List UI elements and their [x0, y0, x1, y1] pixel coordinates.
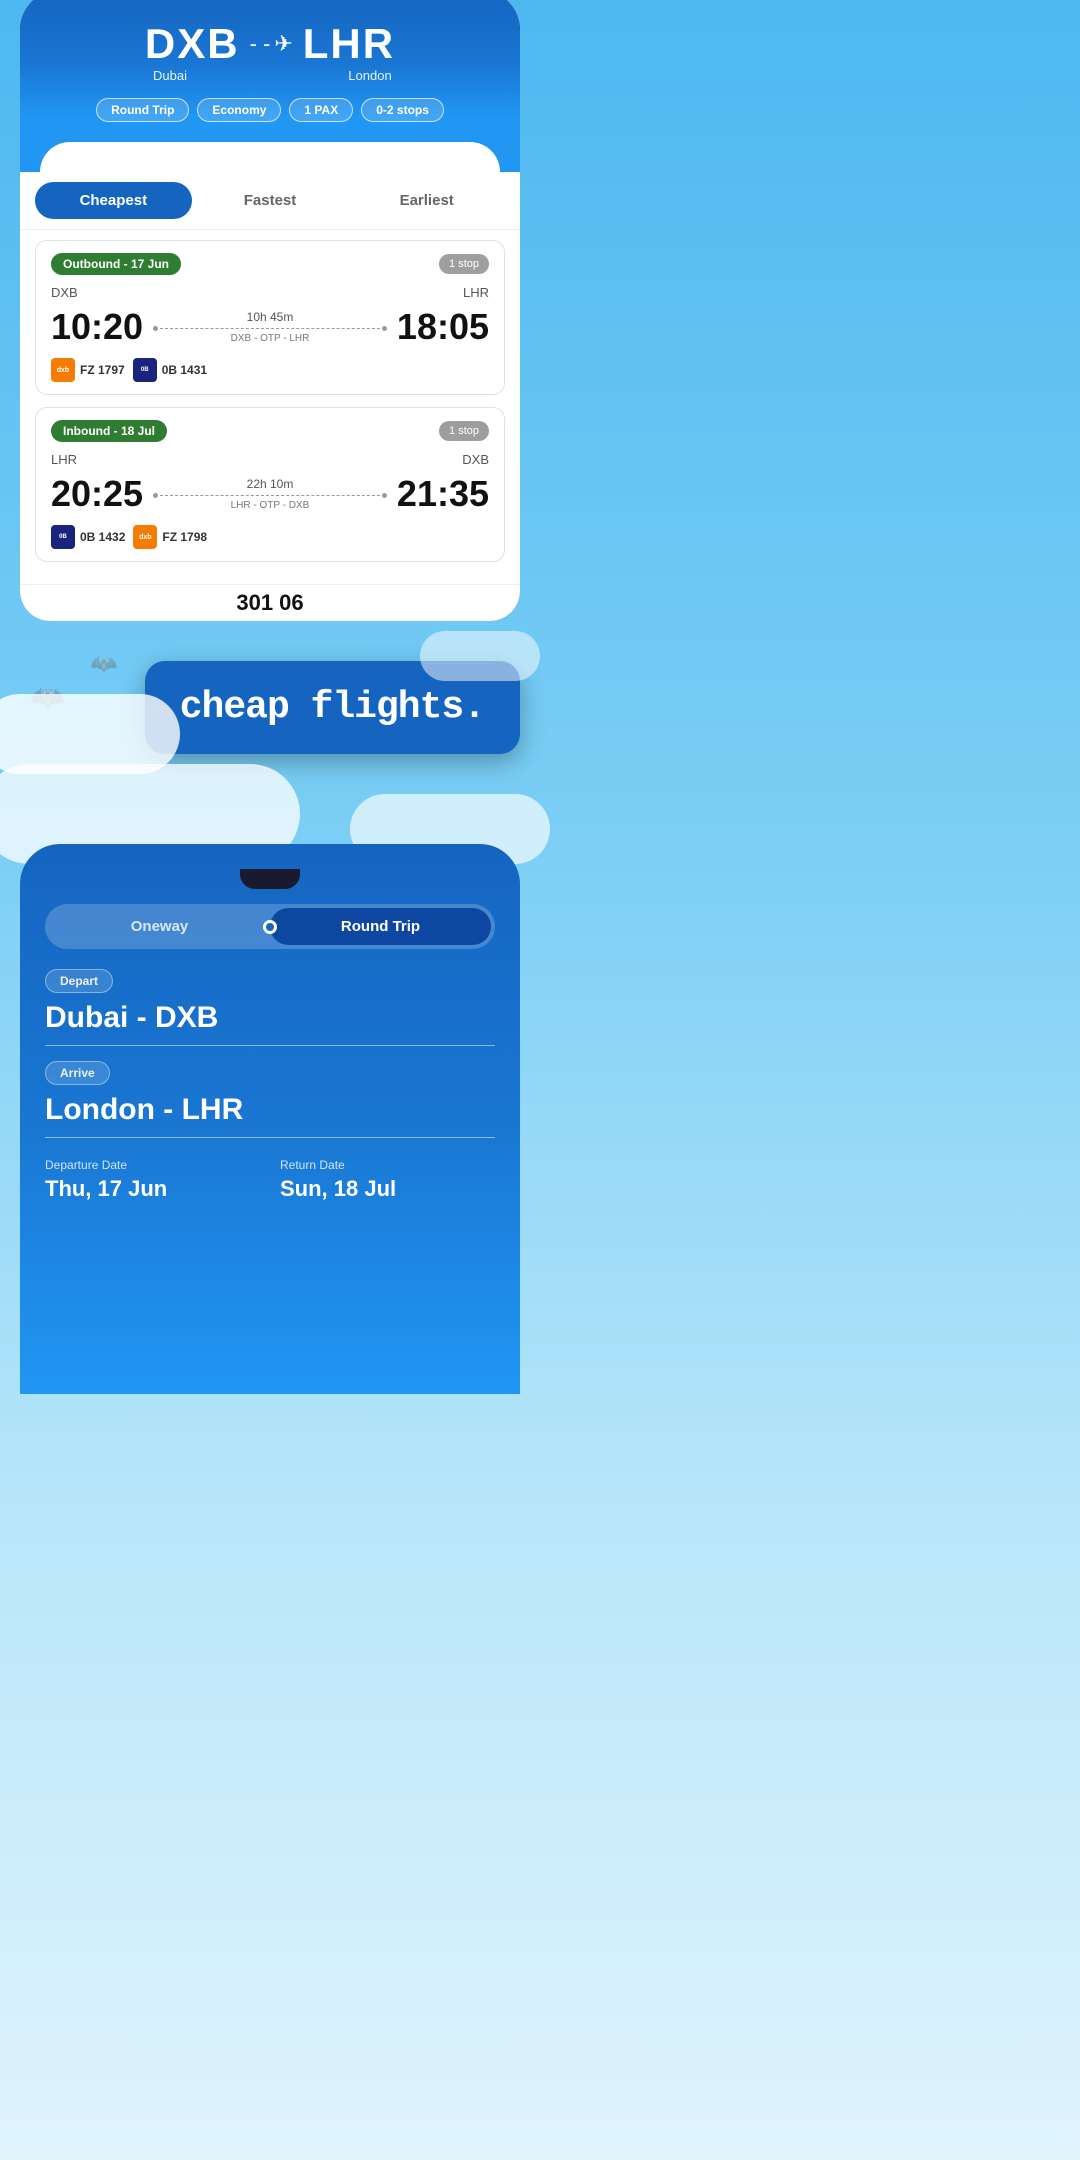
duration-line	[153, 326, 387, 331]
content-wrapper: DXB - - ✈ LHR Dubai London Round Trip Ec…	[0, 0, 540, 1394]
outbound-segment[interactable]: Outbound - 17 Jun 1 stop DXB LHR 10:20 1…	[35, 240, 505, 395]
outbound-duration: 10h 45m DXB - OTP - LHR	[143, 310, 397, 344]
return-date-value: Sun, 18 Jul	[280, 1176, 495, 1202]
toggle-indicator	[263, 920, 277, 934]
price-preview: 301 06	[20, 584, 520, 621]
outbound-label: Outbound - 17 Jun	[51, 253, 181, 275]
tab-fastest[interactable]: Fastest	[192, 182, 349, 219]
trip-type-pill[interactable]: Round Trip	[96, 98, 189, 122]
depart-label: Depart	[45, 969, 113, 993]
arrive-value[interactable]: London - LHR	[45, 1093, 495, 1138]
dates-section: Departure Date Thu, 17 Jun Return Date S…	[45, 1158, 495, 1212]
outbound-to: LHR	[463, 285, 489, 300]
inbound-to: DXB	[462, 452, 489, 467]
top-phone-mockup: DXB - - ✈ LHR Dubai London Round Trip Ec…	[20, 0, 520, 621]
outbound-flight-code-1: FZ 1797	[80, 363, 125, 377]
inbound-label: Inbound - 18 Jul	[51, 420, 167, 442]
inbound-duration: 22h 10m LHR - OTP - DXB	[143, 477, 397, 511]
route-arrow-icon: - - ✈	[250, 31, 293, 57]
depart-field[interactable]: Depart Dubai - DXB	[45, 969, 495, 1046]
inbound-airline-2: dxb FZ 1798	[133, 525, 207, 549]
destination-city: London	[270, 68, 470, 83]
outbound-duration-text: 10h 45m	[153, 310, 387, 324]
inbound-depart-time: 20:25	[51, 473, 143, 515]
inbound-dot-left	[153, 493, 158, 498]
tagline-text: cheap flights.	[180, 686, 485, 729]
destination-code: LHR	[303, 20, 395, 68]
tab-earliest[interactable]: Earliest	[348, 182, 505, 219]
sort-tabs: Cheapest Fastest Earliest	[20, 172, 520, 230]
depart-value[interactable]: Dubai - DXB	[45, 1001, 495, 1046]
origin-code: DXB	[145, 20, 240, 68]
outbound-stops: 1 stop	[439, 254, 489, 274]
outbound-airline-2: 0B 0B 1431	[133, 358, 207, 382]
outbound-airlines: dxb FZ 1797 0B 0B 1431	[51, 358, 489, 382]
top-phone-screen: DXB - - ✈ LHR Dubai London Round Trip Ec…	[20, 0, 520, 172]
tagline-section: 🦇 🦇 🦇 cheap flights.	[0, 621, 540, 784]
inbound-route-row: LHR DXB	[51, 452, 489, 467]
inbound-stops: 1 stop	[439, 421, 489, 441]
pax-pill[interactable]: 1 PAX	[289, 98, 353, 122]
inbound-dot-right	[382, 493, 387, 498]
outbound-time-row: 10:20 10h 45m DXB - OTP - LHR 18:05	[51, 306, 489, 348]
blue-logo-1: 0B	[133, 358, 157, 382]
cloud-right-top	[420, 631, 540, 681]
oneway-option[interactable]: Oneway	[49, 908, 270, 945]
duration-dash	[160, 328, 380, 329]
inbound-duration-line	[153, 493, 387, 498]
bottom-phone-mockup: Oneway Round Trip Depart Dubai - DXB Arr…	[20, 844, 520, 1394]
inbound-airlines: 0B 0B 1432 dxb FZ 1798	[51, 525, 489, 549]
arrive-label: Arrive	[45, 1061, 110, 1085]
outbound-depart-time: 10:20	[51, 306, 143, 348]
duration-dot-right	[382, 326, 387, 331]
outbound-arrive-time: 18:05	[397, 306, 489, 348]
inbound-segment[interactable]: Inbound - 18 Jul 1 stop LHR DXB 20:25 22…	[35, 407, 505, 562]
inbound-arrive-time: 21:35	[397, 473, 489, 515]
inbound-airline-1: 0B 0B 1432	[51, 525, 125, 549]
inbound-flight-code-1: 0B 1432	[80, 530, 125, 544]
bottom-phone-screen: Oneway Round Trip Depart Dubai - DXB Arr…	[20, 844, 520, 1394]
departure-date-field[interactable]: Departure Date Thu, 17 Jun	[45, 1158, 260, 1202]
inbound-time-row: 20:25 22h 10m LHR - OTP - DXB 21:35	[51, 473, 489, 515]
flights-container: Outbound - 17 Jun 1 stop DXB LHR 10:20 1…	[20, 230, 520, 584]
phone-notch	[240, 869, 300, 889]
inbound-header: Inbound - 18 Jul 1 stop	[51, 420, 489, 442]
cloud-left	[0, 694, 180, 774]
outbound-flight-code-2: 0B 1431	[162, 363, 207, 377]
departure-date-label: Departure Date	[45, 1158, 260, 1172]
return-date-field[interactable]: Return Date Sun, 18 Jul	[280, 1158, 495, 1202]
stops-pill[interactable]: 0-2 stops	[361, 98, 444, 122]
dubai-logo-2: dxb	[133, 525, 157, 549]
route-header: DXB - - ✈ LHR	[40, 10, 500, 73]
duration-dot-left	[153, 326, 158, 331]
outbound-airline-1: dxb FZ 1797	[51, 358, 125, 382]
outbound-from: DXB	[51, 285, 78, 300]
price-text: 301 06	[236, 590, 303, 615]
wave-divider	[40, 142, 500, 172]
arrive-field[interactable]: Arrive London - LHR	[45, 1061, 495, 1138]
inbound-from: LHR	[51, 452, 77, 467]
filter-pills: Round Trip Economy 1 PAX 0-2 stops	[40, 93, 500, 137]
return-date-label: Return Date	[280, 1158, 495, 1172]
route-cities: Dubai London	[40, 68, 500, 83]
origin-city: Dubai	[70, 68, 270, 83]
inbound-flight-code-2: FZ 1798	[162, 530, 207, 544]
dubai-logo-1: dxb	[51, 358, 75, 382]
outbound-via: DXB - OTP - LHR	[153, 333, 387, 344]
trip-type-toggle: Oneway Round Trip	[45, 904, 495, 949]
tab-cheapest[interactable]: Cheapest	[35, 182, 192, 219]
inbound-via: LHR - OTP - DXB	[153, 500, 387, 511]
inbound-duration-text: 22h 10m	[153, 477, 387, 491]
outbound-header: Outbound - 17 Jun 1 stop	[51, 253, 489, 275]
bat-icon-2: 🦇	[90, 651, 117, 677]
blue-logo-2: 0B	[51, 525, 75, 549]
roundtrip-option[interactable]: Round Trip	[270, 908, 491, 945]
inbound-dash	[160, 495, 380, 496]
outbound-route-row: DXB LHR	[51, 285, 489, 300]
cloud-divider	[0, 784, 540, 844]
departure-date-value: Thu, 17 Jun	[45, 1176, 260, 1202]
plane-icon: ✈	[274, 31, 292, 57]
cabin-class-pill[interactable]: Economy	[197, 98, 281, 122]
